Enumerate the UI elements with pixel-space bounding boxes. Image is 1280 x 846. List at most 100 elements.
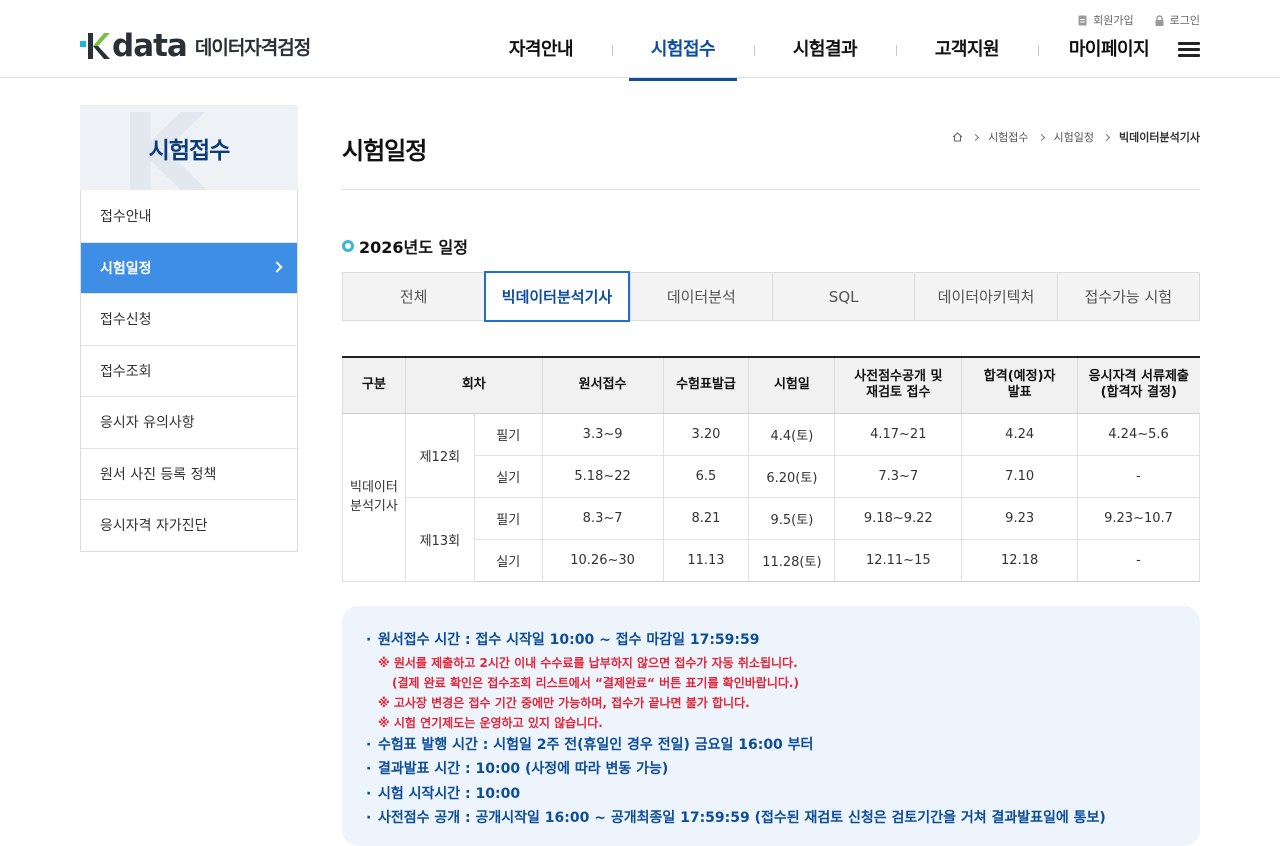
tab-sql[interactable]: SQL <box>771 273 914 320</box>
signup-label: 회원가입 <box>1093 14 1134 27</box>
nav-exam-registration[interactable]: 시험접수 <box>612 36 754 81</box>
breadcrumb-chevron-icon <box>1037 133 1045 141</box>
notice-line: · 원서접수 시간 : 접수 시작일 10:00 ~ 접수 마감일 17:59:5… <box>366 632 760 648</box>
table-row: 제13회 필기 8.3~7 8.21 9.5(토) 9.18~9.22 9.23… <box>343 496 1200 582</box>
docs-cell: 9.23~10.7 <box>1077 496 1200 540</box>
site-header: data 데이터자격검정 회원가입 로그인 자격안내 시험접수 시험결과 고객지… <box>0 0 1280 81</box>
tab-open-exams[interactable]: 접수가능 시험 <box>1056 273 1199 320</box>
sidebar-item-registration-guide[interactable]: 접수안내 <box>81 190 297 242</box>
logo-wordmark: data <box>112 28 188 64</box>
nav-my-page[interactable]: 마이페이지 <box>1038 36 1180 78</box>
docs-cell: - <box>1077 454 1200 498</box>
announce-cell: 4.24 <box>961 412 1079 456</box>
sidebar-item-self-check[interactable]: 응시자격 자가진단 <box>81 499 297 551</box>
sidebar-menu: 접수안내 시험일정 접수신청 접수조회 응시자 유의사항 원서 사진 등록 정책… <box>80 190 298 552</box>
notice-warning: ※ 고사장 변경은 접수 기간 중에만 가능하며, 접수가 끝나면 불가 합니다… <box>378 695 750 710</box>
docs-cell: 4.24~5.6 <box>1077 412 1200 456</box>
notice-warning: ※ 시험 연기제도는 운영하고 있지 않습니다. <box>378 715 603 730</box>
home-icon[interactable] <box>952 132 963 142</box>
sidebar-title: 시험접수 <box>148 137 231 164</box>
sidebar: K 시험접수 접수안내 시험일정 접수신청 접수조회 응시자 유의사항 원서 사… <box>80 105 298 552</box>
type-cell: 필기 <box>473 412 543 456</box>
apply-cell: 10.26~30 <box>541 538 664 582</box>
breadcrumb-item[interactable]: 시험접수 <box>988 129 1028 145</box>
preview-cell: 7.3~7 <box>834 454 963 498</box>
schedule-table: 구분 회차 원서접수 수험표발급 시험일 사전점수공개 및 재검토 접수 합격(예… <box>342 356 1200 582</box>
table-header-row: 구분 회차 원서접수 수험표발급 시험일 사전점수공개 및 재검토 접수 합격(예… <box>342 356 1200 414</box>
breadcrumb-chevron-icon <box>972 133 980 141</box>
notice-line: · 수험표 발행 시간 : 시험일 2주 전(휴일인 경우 전일) 금요일 16:… <box>366 736 814 753</box>
announce-cell: 9.23 <box>961 496 1079 540</box>
header-exam-date: 시험일 <box>748 356 835 414</box>
exam-cell: 9.5(토) <box>748 496 836 540</box>
round-cell: 제12회 <box>404 412 475 498</box>
ticket-cell: 8.21 <box>662 496 750 540</box>
exam-cell: 4.4(토) <box>748 412 836 456</box>
utility-links: 회원가입 로그인 <box>1077 12 1200 28</box>
docs-cell: - <box>1077 538 1200 582</box>
tab-data-analysis[interactable]: 데이터분석 <box>629 273 772 320</box>
nav-customer-support[interactable]: 고객지원 <box>896 36 1038 78</box>
preview-cell: 4.17~21 <box>834 412 963 456</box>
tab-data-architecture[interactable]: 데이터아키텍처 <box>914 273 1056 320</box>
type-cell: 실기 <box>473 538 543 582</box>
section-title: 2026년도 일정 <box>342 234 468 258</box>
header-announce: 합격(예정)자 발표 <box>961 356 1078 414</box>
breadcrumb-current: 빅데이터분석기사 <box>1119 131 1200 144</box>
exam-cell: 6.20(토) <box>748 454 836 498</box>
tab-all[interactable]: 전체 <box>343 273 484 320</box>
header-preview: 사전점수공개 및 재검토 접수 <box>834 356 962 414</box>
site-logo[interactable]: data 데이터자격검정 <box>80 28 311 64</box>
preview-cell: 12.11~15 <box>834 538 963 582</box>
notice-warning: ※ 원서를 제출하고 2시간 이내 수수료를 납부하지 않으면 접수가 자동 취… <box>378 655 798 670</box>
exam-cell: 11.28(토) <box>748 538 836 582</box>
notice-line: · 결과발표 시간 : 10:00 (사정에 따라 변동 가능) <box>366 761 669 777</box>
document-icon <box>1078 15 1087 25</box>
header-round: 회차 <box>404 356 543 414</box>
header-ticket: 수험표발급 <box>662 356 749 414</box>
breadcrumb: 시험접수 시험일정 빅데이터분석기사 <box>952 129 1200 145</box>
lock-icon <box>1155 14 1164 26</box>
apply-cell: 3.3~9 <box>541 412 664 456</box>
k-logo-icon <box>80 33 110 59</box>
apply-cell: 8.3~7 <box>541 496 664 540</box>
sidebar-item-exam-schedule[interactable]: 시험일정 <box>81 241 297 293</box>
bullet-ring-icon <box>342 240 354 252</box>
sidebar-item-apply[interactable]: 접수신청 <box>81 293 297 345</box>
header-apply: 원서접수 <box>541 356 664 414</box>
sidebar-item-lookup[interactable]: 접수조회 <box>81 344 297 397</box>
header-category: 구분 <box>342 356 406 414</box>
chevron-right-icon <box>271 260 283 273</box>
announce-cell: 12.18 <box>961 538 1079 582</box>
round-cell: 제13회 <box>404 496 475 582</box>
announce-cell: 7.10 <box>961 454 1079 498</box>
exam-tabs: 전체 빅데이터분석기사 데이터분석 SQL 데이터아키텍처 접수가능 시험 <box>342 271 1200 322</box>
nav-exam-results[interactable]: 시험결과 <box>754 36 896 78</box>
sidebar-header: K 시험접수 <box>80 105 298 190</box>
sidebar-item-photo-policy[interactable]: 원서 사진 등록 정책 <box>81 447 297 500</box>
main-navigation: 자격안내 시험접수 시험결과 고객지원 마이페이지 <box>470 36 1180 81</box>
type-cell: 실기 <box>473 454 543 498</box>
login-label: 로그인 <box>1169 14 1200 27</box>
ticket-cell: 11.13 <box>662 538 750 582</box>
nav-qualification-info[interactable]: 자격안내 <box>470 36 612 78</box>
apply-cell: 5.18~22 <box>541 454 664 498</box>
category-cell: 빅데이터 분석기사 <box>342 412 406 582</box>
hamburger-menu-icon[interactable] <box>1178 42 1200 58</box>
breadcrumb-item[interactable]: 시험일정 <box>1054 129 1094 145</box>
sidebar-item-label: 시험일정 <box>100 260 152 277</box>
notice-box: · 원서접수 시간 : 접수 시작일 10:00 ~ 접수 마감일 17:59:5… <box>342 606 1200 846</box>
table-row: 빅데이터 분석기사 제12회 필기 3.3~9 3.20 4.4(토) 4.17~… <box>342 412 1200 582</box>
signup-link[interactable]: 회원가입 <box>1077 12 1134 28</box>
ticket-cell: 6.5 <box>662 454 750 498</box>
notice-line: · 시험 시작시간 : 10:00 <box>366 785 521 802</box>
login-link[interactable]: 로그인 <box>1154 12 1200 28</box>
title-divider <box>342 189 1200 190</box>
breadcrumb-chevron-icon <box>1102 133 1111 141</box>
tab-big-data-engineer[interactable]: 빅데이터분석기사 <box>484 271 630 322</box>
header-docs: 응시자격 서류제출 (합격자 결정) <box>1077 356 1200 414</box>
section-title-text: 2026년도 일정 <box>359 238 468 257</box>
notice-line: · 사전점수 공개 : 공개시작일 16:00 ~ 공개최종일 17:59:59 … <box>366 810 1106 826</box>
ticket-cell: 3.20 <box>662 412 750 456</box>
sidebar-item-candidate-notes[interactable]: 응시자 유의사항 <box>81 396 297 448</box>
